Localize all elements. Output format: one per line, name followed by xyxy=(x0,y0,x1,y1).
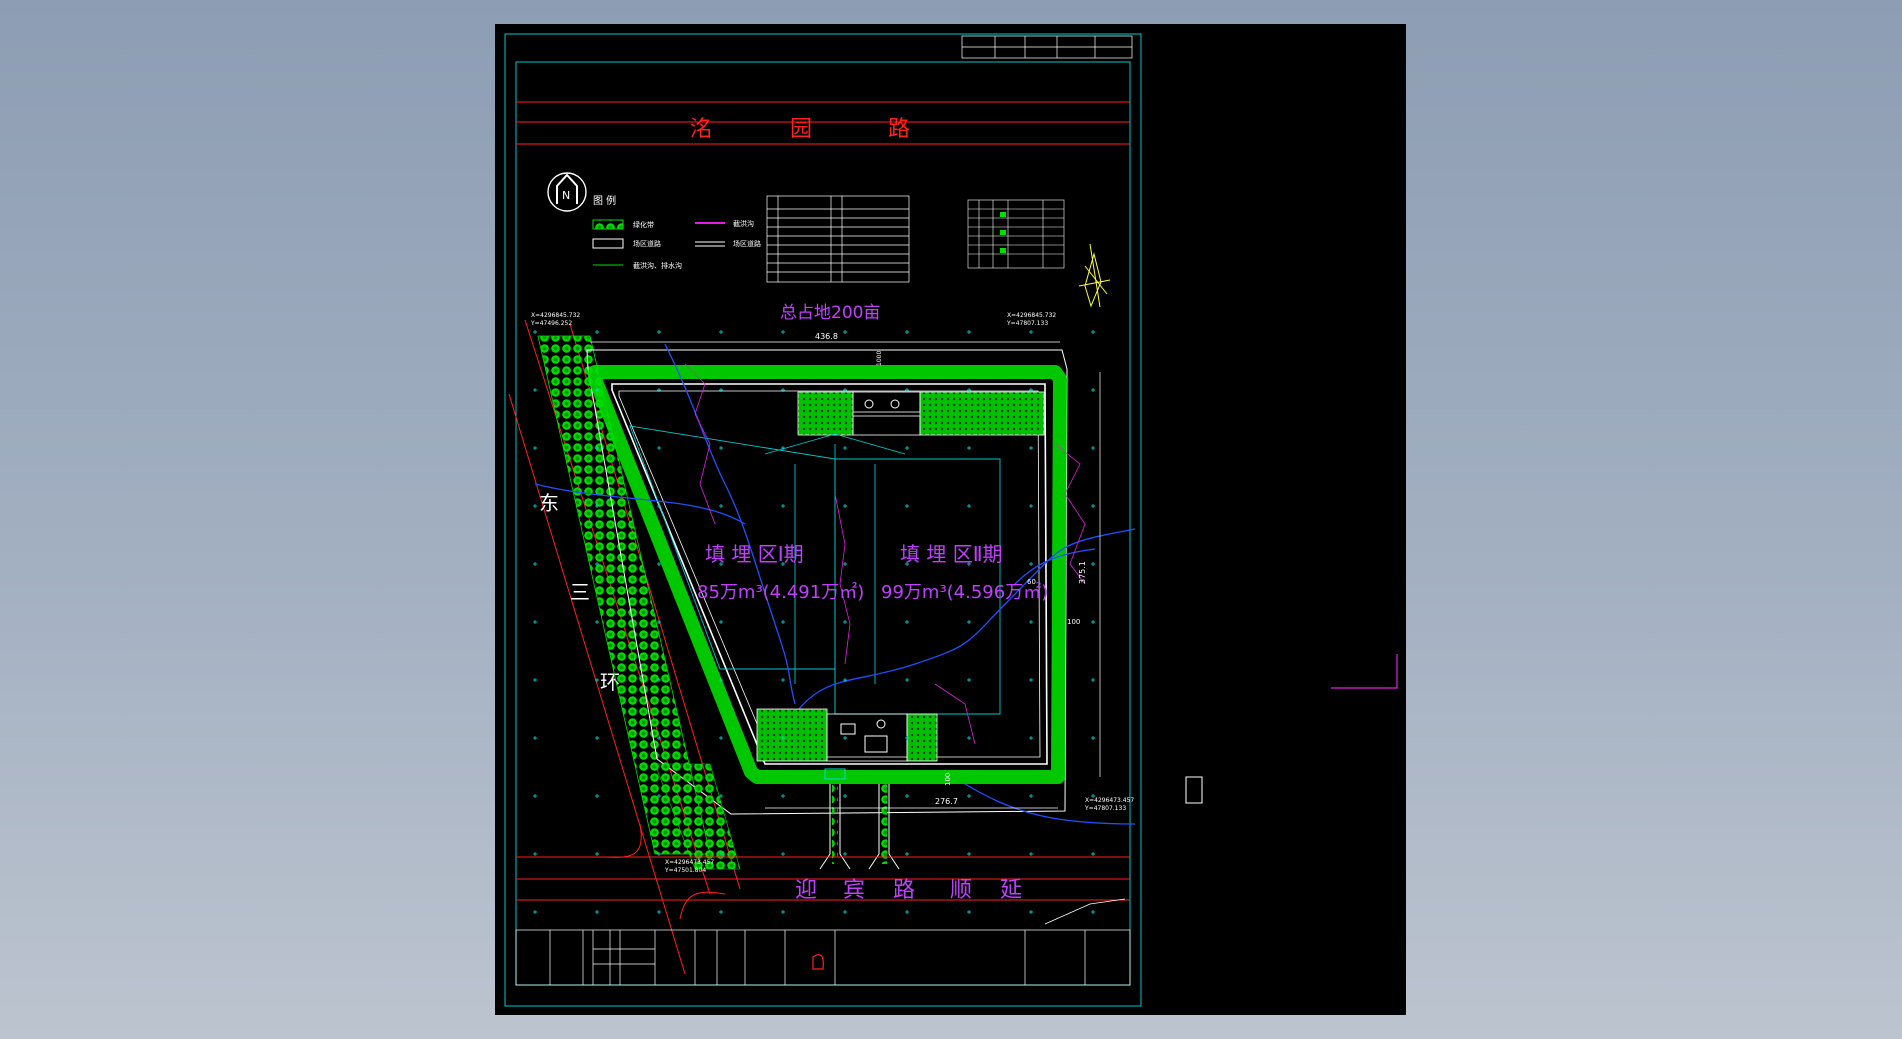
legend-item-1: 绿化带 xyxy=(633,220,654,229)
dim-top: 436.8 xyxy=(815,332,838,341)
north-road: 洺 园 路 xyxy=(516,101,1130,145)
coord-sw-y: Y=47501.804 xyxy=(664,867,706,874)
coord-nw-y: Y=47496.252 xyxy=(530,320,572,327)
south-road-char-3: 路 xyxy=(893,878,915,903)
facility-table xyxy=(766,195,910,283)
dim-right-3: 60 xyxy=(1027,578,1036,586)
east-road-char-1: 东 xyxy=(539,491,559,515)
coord-nw-x: X=4296845.732 xyxy=(531,312,580,319)
south-green-block-1 xyxy=(756,708,828,762)
legend-item-2: 场区道路 xyxy=(633,239,661,248)
south-road-char-4: 顺 xyxy=(950,878,972,903)
legend: 绿化带 场区道路 截洪沟、排水沟 截洪沟 场区道路 xyxy=(592,219,761,270)
cad-viewport[interactable]: 洺 园 路 N 图 例 绿化带 场区道路 截洪沟、排水沟 截洪沟 场区道路 总占… xyxy=(495,24,1406,1015)
south-road xyxy=(516,823,1130,920)
south-road-char-5: 延 xyxy=(1000,878,1022,903)
coord-se-x: X=4296473.457 xyxy=(1085,797,1134,804)
compass-icon: N xyxy=(547,172,587,212)
dim-right: 375.1 xyxy=(1078,561,1087,584)
zone2-volume: 99万m³(4.596万㎡) xyxy=(881,581,1048,603)
legend-line-2: 场区道路 xyxy=(733,239,761,248)
zone2-title: 填 埋 区Ⅱ期 xyxy=(900,542,1003,566)
north-road-char-2: 园 xyxy=(790,117,812,142)
legend-item-3: 截洪沟、排水沟 xyxy=(633,261,682,270)
dim-bottom-2: 100 xyxy=(944,773,952,786)
coord-sw-x: X=4296473.457 xyxy=(665,859,714,866)
legend-line-1: 截洪沟 xyxy=(733,219,754,228)
north-green-block-2 xyxy=(919,391,1045,436)
coord-nw: X=4296845.732 Y=47496.252 xyxy=(530,312,580,327)
south-green-block-2 xyxy=(906,713,938,762)
compass-label: N xyxy=(562,189,570,202)
zone1-title: 填 埋 区Ⅰ期 xyxy=(705,542,804,566)
south-road-char-1: 迎 xyxy=(795,878,817,903)
title-block-top xyxy=(961,35,1133,59)
wind-rose-icon xyxy=(1078,243,1111,308)
zone1-volume: 85万m³(4.491万㎡) xyxy=(697,581,864,603)
east-road-char-2: 三 xyxy=(570,580,590,604)
coord-ne: X=4296845.732 Y=47807.133 xyxy=(1006,312,1056,327)
coordinate-table xyxy=(967,199,1065,269)
south-road-char-2: 宾 xyxy=(843,878,865,903)
title-block-logo-icon xyxy=(812,954,824,970)
coord-ne-y: Y=47807.133 xyxy=(1006,320,1048,327)
north-road-char-3: 路 xyxy=(888,117,910,142)
coord-se: X=4296473.457 Y=47807.133 xyxy=(1084,797,1134,812)
dim-right-2: 100 xyxy=(1067,618,1080,626)
north-green-block-1 xyxy=(797,391,854,436)
dim-bottom: 276.7 xyxy=(935,797,958,806)
coord-ne-x: X=4296845.732 xyxy=(1007,312,1056,319)
total-area-label: 总占地200亩 xyxy=(780,303,880,323)
entrance-road xyxy=(819,784,900,870)
coord-se-y: Y=47807.133 xyxy=(1084,805,1126,812)
north-road-char-1: 洺 xyxy=(690,117,712,142)
dim-top-2: 1000 xyxy=(876,351,883,366)
legend-title: 图 例 xyxy=(593,194,616,207)
